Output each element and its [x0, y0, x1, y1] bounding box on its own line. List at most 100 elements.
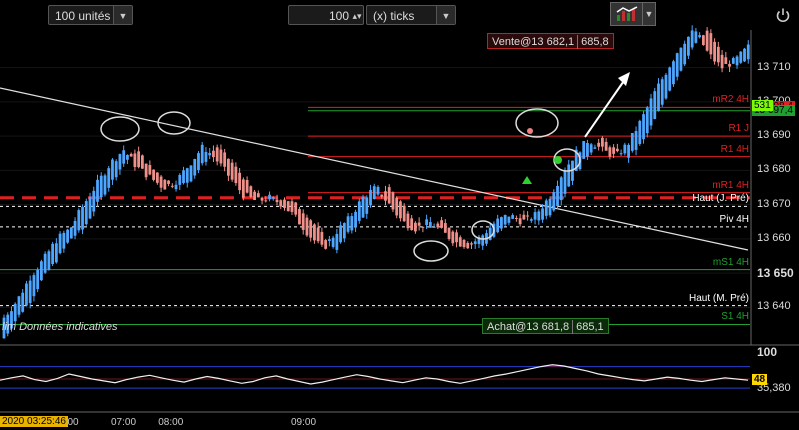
candle-body: [305, 217, 309, 236]
sell-order-box[interactable]: Vente@13 682,1 685,8: [487, 33, 614, 49]
candle-body: [107, 168, 111, 188]
candle-body: [638, 120, 642, 145]
candle-body: [92, 190, 96, 212]
candle-body: [701, 35, 705, 46]
price-tick-label: 13 690: [757, 129, 791, 142]
candle-body: [384, 191, 387, 201]
candle-body: [470, 243, 473, 245]
candle-body: [354, 211, 357, 228]
candle-body: [627, 144, 630, 158]
candle-body: [500, 217, 503, 229]
candle-body: [249, 186, 253, 197]
candle-body: [200, 144, 204, 164]
candle-body: [159, 176, 163, 188]
candle-body: [533, 212, 537, 220]
ticks-input[interactable]: 100 ▴▾: [288, 5, 364, 25]
candle-body: [298, 209, 301, 225]
candle-body: [458, 237, 462, 247]
candle-body: [406, 213, 410, 229]
buy-order-box[interactable]: Achat@13 681,8 685,1: [482, 318, 609, 334]
ticks-unit-select[interactable]: (x) ticks ▼: [366, 5, 456, 25]
candle-body: [54, 243, 58, 263]
candle-body: [69, 227, 73, 239]
candle-body: [642, 114, 645, 140]
price-tick-label: 13 680: [757, 163, 791, 176]
time-tick-label: 00: [67, 417, 79, 428]
candle-body: [582, 141, 586, 159]
candle-body: [619, 153, 623, 155]
level-label: mS1 4H: [712, 256, 749, 268]
candle-body: [140, 155, 144, 169]
chevron-down-icon[interactable]: ▼: [642, 3, 655, 25]
candle-body: [286, 201, 290, 212]
candle-body: [238, 172, 242, 191]
candle-body: [649, 98, 653, 126]
candle-body: [62, 232, 66, 249]
oscillator-panel: [0, 364, 750, 389]
power-icon[interactable]: [775, 7, 791, 23]
candle-body: [77, 210, 81, 231]
chevron-down-icon[interactable]: ▼: [436, 6, 455, 24]
price-tick-label: 13 710: [757, 60, 791, 73]
trading-chart[interactable]: [0, 0, 799, 430]
candle-body: [126, 154, 129, 160]
candle-body: [152, 169, 155, 180]
candle-body: [182, 170, 185, 184]
candle-body: [17, 296, 21, 315]
candle-body: [675, 53, 679, 77]
candle-body: [380, 194, 384, 197]
arrow-annotation: [584, 74, 629, 138]
candle-body: [174, 184, 178, 190]
units-select[interactable]: 100 unités ▼: [48, 5, 133, 25]
candle-body: [529, 219, 533, 221]
candle-body: [193, 158, 197, 176]
candle-body: [608, 147, 612, 157]
candle-body: [327, 239, 331, 242]
buy-signal-icon: [522, 176, 532, 184]
candle-body: [556, 185, 559, 207]
candle-body: [593, 147, 597, 149]
candle-body: [144, 163, 148, 178]
drawing-tools-button[interactable]: ▼: [610, 2, 656, 26]
sell-signal-icon: [527, 128, 533, 134]
candle-body: [473, 241, 477, 245]
candle-body: [518, 218, 522, 225]
ticks-unit-value: (x) ticks: [373, 9, 415, 23]
current-price-tag: 531: [752, 99, 773, 111]
candle-body: [589, 144, 593, 153]
candle-body: [634, 131, 638, 150]
candle-body: [88, 196, 92, 219]
candle-body: [690, 30, 694, 48]
time-tick-label: 07:00: [111, 417, 137, 428]
candle-body: [133, 153, 137, 167]
level-label: mR2 4H: [712, 94, 749, 106]
arrow-head: [618, 72, 630, 86]
candle-body: [148, 165, 152, 175]
magnet-icon: [616, 6, 638, 21]
candle-body: [155, 172, 159, 183]
candle-body: [537, 211, 541, 221]
candle-body: [705, 30, 709, 51]
candle-body: [507, 216, 511, 223]
candle-body: [47, 251, 51, 270]
candle-body: [731, 58, 735, 64]
stepper-icon[interactable]: ▴▾: [351, 6, 363, 24]
chevron-down-icon[interactable]: ▼: [113, 6, 132, 24]
candle-body: [746, 44, 750, 60]
candle-body: [672, 61, 675, 85]
candle-body: [679, 47, 683, 71]
candle-body: [114, 161, 118, 178]
candle-body: [279, 200, 283, 207]
candle-body: [43, 253, 47, 273]
level-label: R1 4H: [720, 143, 749, 155]
swing-point-circle: [100, 116, 140, 142]
candle-body: [720, 54, 724, 69]
candle-body: [66, 229, 69, 243]
level-label: R1 J: [728, 123, 749, 135]
candle-body: [111, 159, 114, 180]
sell-order-label: Vente@13 682,1: [492, 36, 575, 48]
candle-body: [548, 198, 552, 216]
candle-body: [522, 214, 526, 220]
candle-body: [313, 224, 316, 241]
candle-body: [514, 217, 518, 219]
